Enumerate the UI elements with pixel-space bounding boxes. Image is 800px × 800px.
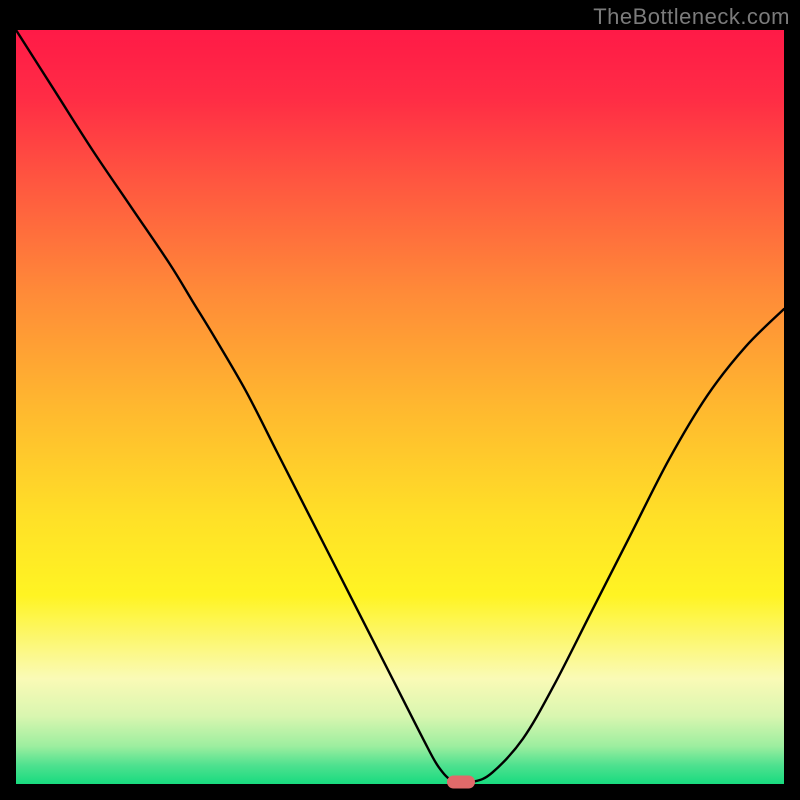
chart-frame: TheBottleneck.com: [0, 0, 800, 800]
plot-area: [16, 30, 784, 784]
watermark-label: TheBottleneck.com: [593, 4, 790, 30]
bottleneck-curve: [16, 30, 784, 783]
curve-layer: [16, 30, 784, 784]
optimal-marker: [447, 775, 475, 788]
